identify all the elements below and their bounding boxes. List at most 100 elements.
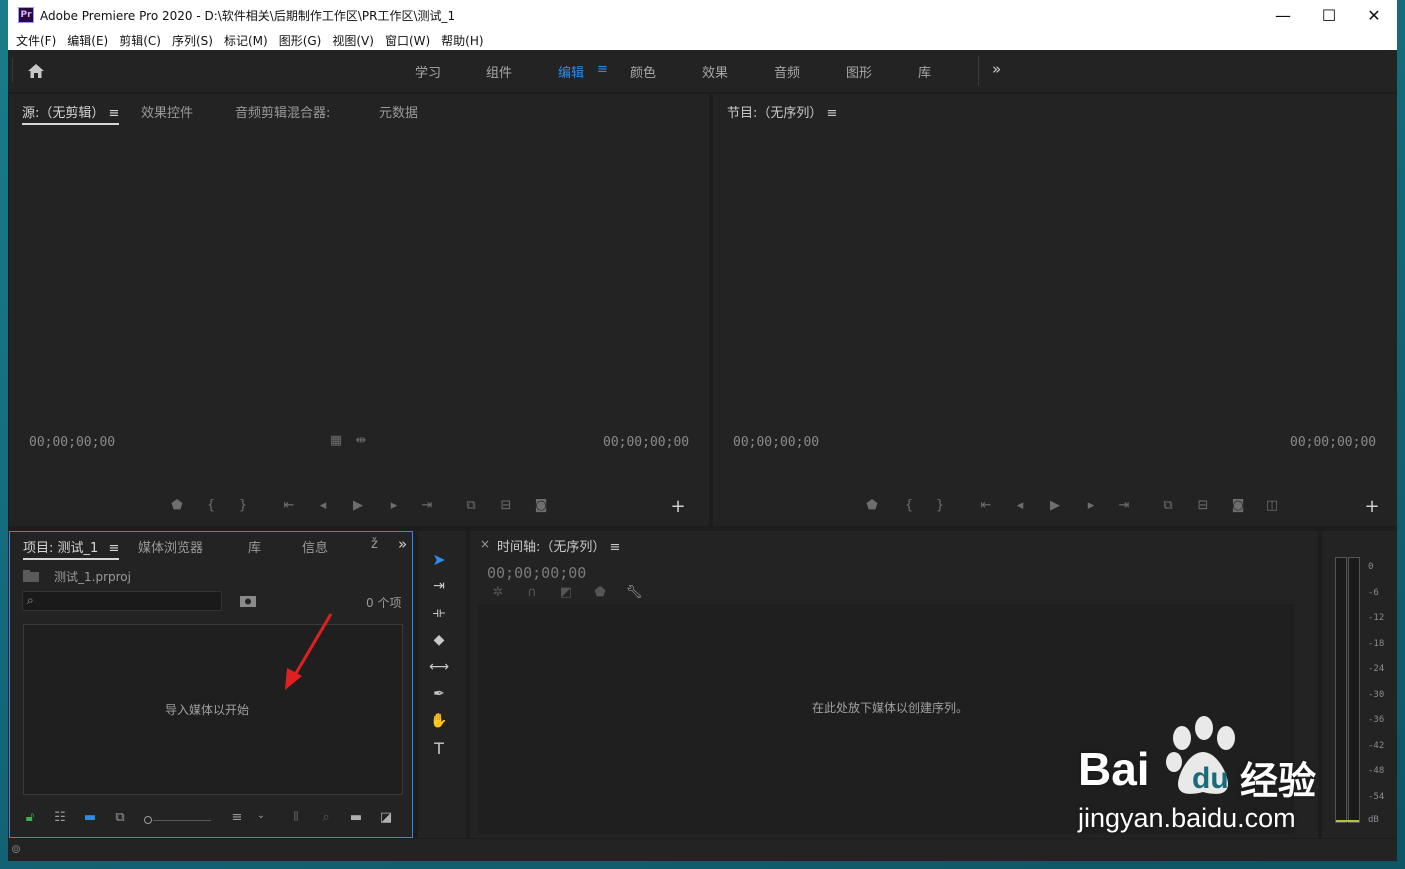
tab-libraries[interactable]: 库: [248, 537, 261, 556]
close-icon[interactable]: ×: [480, 537, 490, 551]
panel-menu-icon[interactable]: ≡: [108, 541, 119, 556]
menu-edit[interactable]: 编辑(E): [67, 32, 108, 49]
ripple-edit-icon[interactable]: ⟛: [428, 602, 450, 624]
new-search-bin-icon[interactable]: [240, 595, 256, 607]
maximize-icon[interactable]: ☐: [1306, 0, 1352, 30]
marker-icon[interactable]: ⬟: [167, 498, 187, 513]
project-bin-area[interactable]: 导入媒体以开始: [23, 624, 403, 795]
workspace-tab-assembly[interactable]: 组件: [486, 62, 512, 81]
list-view-icon[interactable]: ☷: [50, 810, 70, 825]
overwrite-icon[interactable]: ⊟: [496, 498, 516, 513]
workspace-tab-editing[interactable]: 编辑: [558, 62, 584, 81]
drop-video-icon[interactable]: ▦: [326, 433, 346, 448]
zoom-slider-handle[interactable]: [144, 816, 152, 824]
lock-icon[interactable]: 🔓︎: [20, 810, 40, 825]
go-to-in-icon[interactable]: ⇤: [279, 498, 299, 513]
mark-in-icon[interactable]: {: [201, 498, 221, 513]
home-icon[interactable]: [27, 63, 45, 79]
wrench-icon[interactable]: 🔧︎: [624, 585, 644, 600]
go-to-in-icon[interactable]: ⇤: [976, 498, 996, 513]
menu-file[interactable]: 文件(F): [16, 32, 56, 49]
panel-overflow-icon[interactable]: »: [398, 535, 407, 553]
pen-icon[interactable]: ✒: [428, 683, 450, 705]
step-forward-icon[interactable]: ▸: [384, 498, 404, 513]
zoom-slider-track[interactable]: [153, 820, 211, 821]
add-button[interactable]: +: [1362, 496, 1382, 517]
play-icon[interactable]: ▶: [1045, 498, 1065, 513]
panel-menu-icon[interactable]: ≡: [827, 106, 838, 121]
workspace-tab-libraries[interactable]: 库: [918, 62, 931, 81]
menu-help[interactable]: 帮助(H): [441, 32, 483, 49]
selection-tool-icon[interactable]: ➤: [428, 548, 450, 570]
extract-icon[interactable]: ⊟: [1193, 498, 1213, 513]
hand-icon[interactable]: ✋: [428, 710, 450, 732]
linked-selection-icon[interactable]: ∩: [522, 585, 542, 600]
tab-truncated[interactable]: ž: [371, 537, 378, 552]
comparison-view-icon[interactable]: ◫: [1262, 498, 1282, 513]
new-bin-icon[interactable]: ▬: [346, 810, 366, 825]
tab-source[interactable]: 源:（无剪辑） ≡: [22, 102, 120, 125]
panel-menu-icon[interactable]: ≡: [610, 540, 621, 555]
tab-metadata[interactable]: 元数据: [379, 102, 418, 121]
type-icon[interactable]: T: [428, 737, 450, 759]
workspace-tab-effects[interactable]: 效果: [702, 62, 728, 81]
find-icon[interactable]: ⌕: [316, 810, 336, 825]
workspace-menu-icon[interactable]: ≡: [597, 62, 608, 77]
step-back-icon[interactable]: ◂: [1010, 498, 1030, 513]
menu-markers[interactable]: 标记(M): [224, 32, 268, 49]
add-button[interactable]: +: [668, 496, 688, 517]
new-item-icon[interactable]: ◪: [376, 810, 396, 825]
freeform-view-icon[interactable]: ⧉: [110, 810, 130, 825]
step-forward-icon[interactable]: ▸: [1081, 498, 1101, 513]
icon-view-icon[interactable]: ▬: [80, 810, 100, 825]
mark-out-icon[interactable]: }: [930, 498, 950, 513]
menu-view[interactable]: 视图(V): [332, 32, 374, 49]
sort-icon[interactable]: ≡: [227, 810, 247, 825]
source-timecode-current[interactable]: 00;00;00;00: [29, 435, 115, 450]
program-timecode-current[interactable]: 00;00;00;00: [733, 435, 819, 450]
tab-timeline[interactable]: 时间轴:（无序列） ≡: [497, 536, 620, 555]
track-select-icon[interactable]: ⇥: [428, 575, 450, 597]
automate-to-sequence-icon[interactable]: ⦀: [286, 810, 306, 825]
timeline-timecode[interactable]: 00;00;00;00: [487, 564, 586, 582]
slip-icon[interactable]: ⟷: [428, 656, 450, 678]
menu-clip[interactable]: 剪辑(C): [119, 32, 161, 49]
insert-icon[interactable]: ⧉: [461, 498, 481, 513]
mark-in-icon[interactable]: {: [899, 498, 919, 513]
mark-out-icon[interactable]: }: [233, 498, 253, 513]
play-icon[interactable]: ▶: [348, 498, 368, 513]
export-frame-icon[interactable]: ◙: [1228, 498, 1248, 513]
add-marker-icon[interactable]: ◩: [556, 585, 576, 600]
marker-icon[interactable]: ⬟: [590, 585, 610, 600]
marker-icon[interactable]: ⬟: [862, 498, 882, 513]
tab-info[interactable]: 信息: [302, 537, 328, 556]
step-back-icon[interactable]: ◂: [313, 498, 333, 513]
workspace-tab-audio[interactable]: 音频: [774, 62, 800, 81]
workspace-tab-learn[interactable]: 学习: [415, 62, 441, 81]
lift-icon[interactable]: ⧉: [1158, 498, 1178, 513]
tab-effect-controls[interactable]: 效果控件: [141, 102, 193, 121]
project-search-input[interactable]: ⌕: [22, 591, 222, 611]
menu-sequence[interactable]: 序列(S): [172, 32, 213, 49]
go-to-out-icon[interactable]: ⇥: [1114, 498, 1134, 513]
creative-cloud-icon[interactable]: ⊚: [11, 842, 21, 856]
tab-audio-clip-mixer[interactable]: 音频剪辑混合器:: [235, 102, 330, 121]
menu-graphics[interactable]: 图形(G): [279, 32, 322, 49]
razor-icon[interactable]: ◆: [428, 629, 450, 651]
chevron-down-icon[interactable]: ⌄: [251, 810, 271, 821]
minimize-icon[interactable]: —: [1260, 0, 1306, 30]
tab-media-browser[interactable]: 媒体浏览器: [138, 537, 203, 556]
menu-window[interactable]: 窗口(W): [385, 32, 430, 49]
tab-program[interactable]: 节目:（无序列） ≡: [727, 102, 837, 121]
snap-icon[interactable]: ✲: [488, 585, 508, 600]
tab-project[interactable]: 项目: 测试_1 ≡: [23, 537, 120, 560]
workspace-tab-graphics[interactable]: 图形: [846, 62, 872, 81]
panel-menu-icon[interactable]: ≡: [109, 106, 120, 121]
workspace-tab-color[interactable]: 颜色: [630, 62, 656, 81]
workspace-overflow-icon[interactable]: »: [992, 60, 1001, 78]
export-frame-icon[interactable]: ◙: [531, 498, 551, 513]
drag-audio-icon[interactable]: ⇹: [351, 433, 371, 448]
close-icon[interactable]: ✕: [1351, 0, 1397, 30]
status-bar: ⊚: [8, 839, 1397, 861]
go-to-out-icon[interactable]: ⇥: [417, 498, 437, 513]
